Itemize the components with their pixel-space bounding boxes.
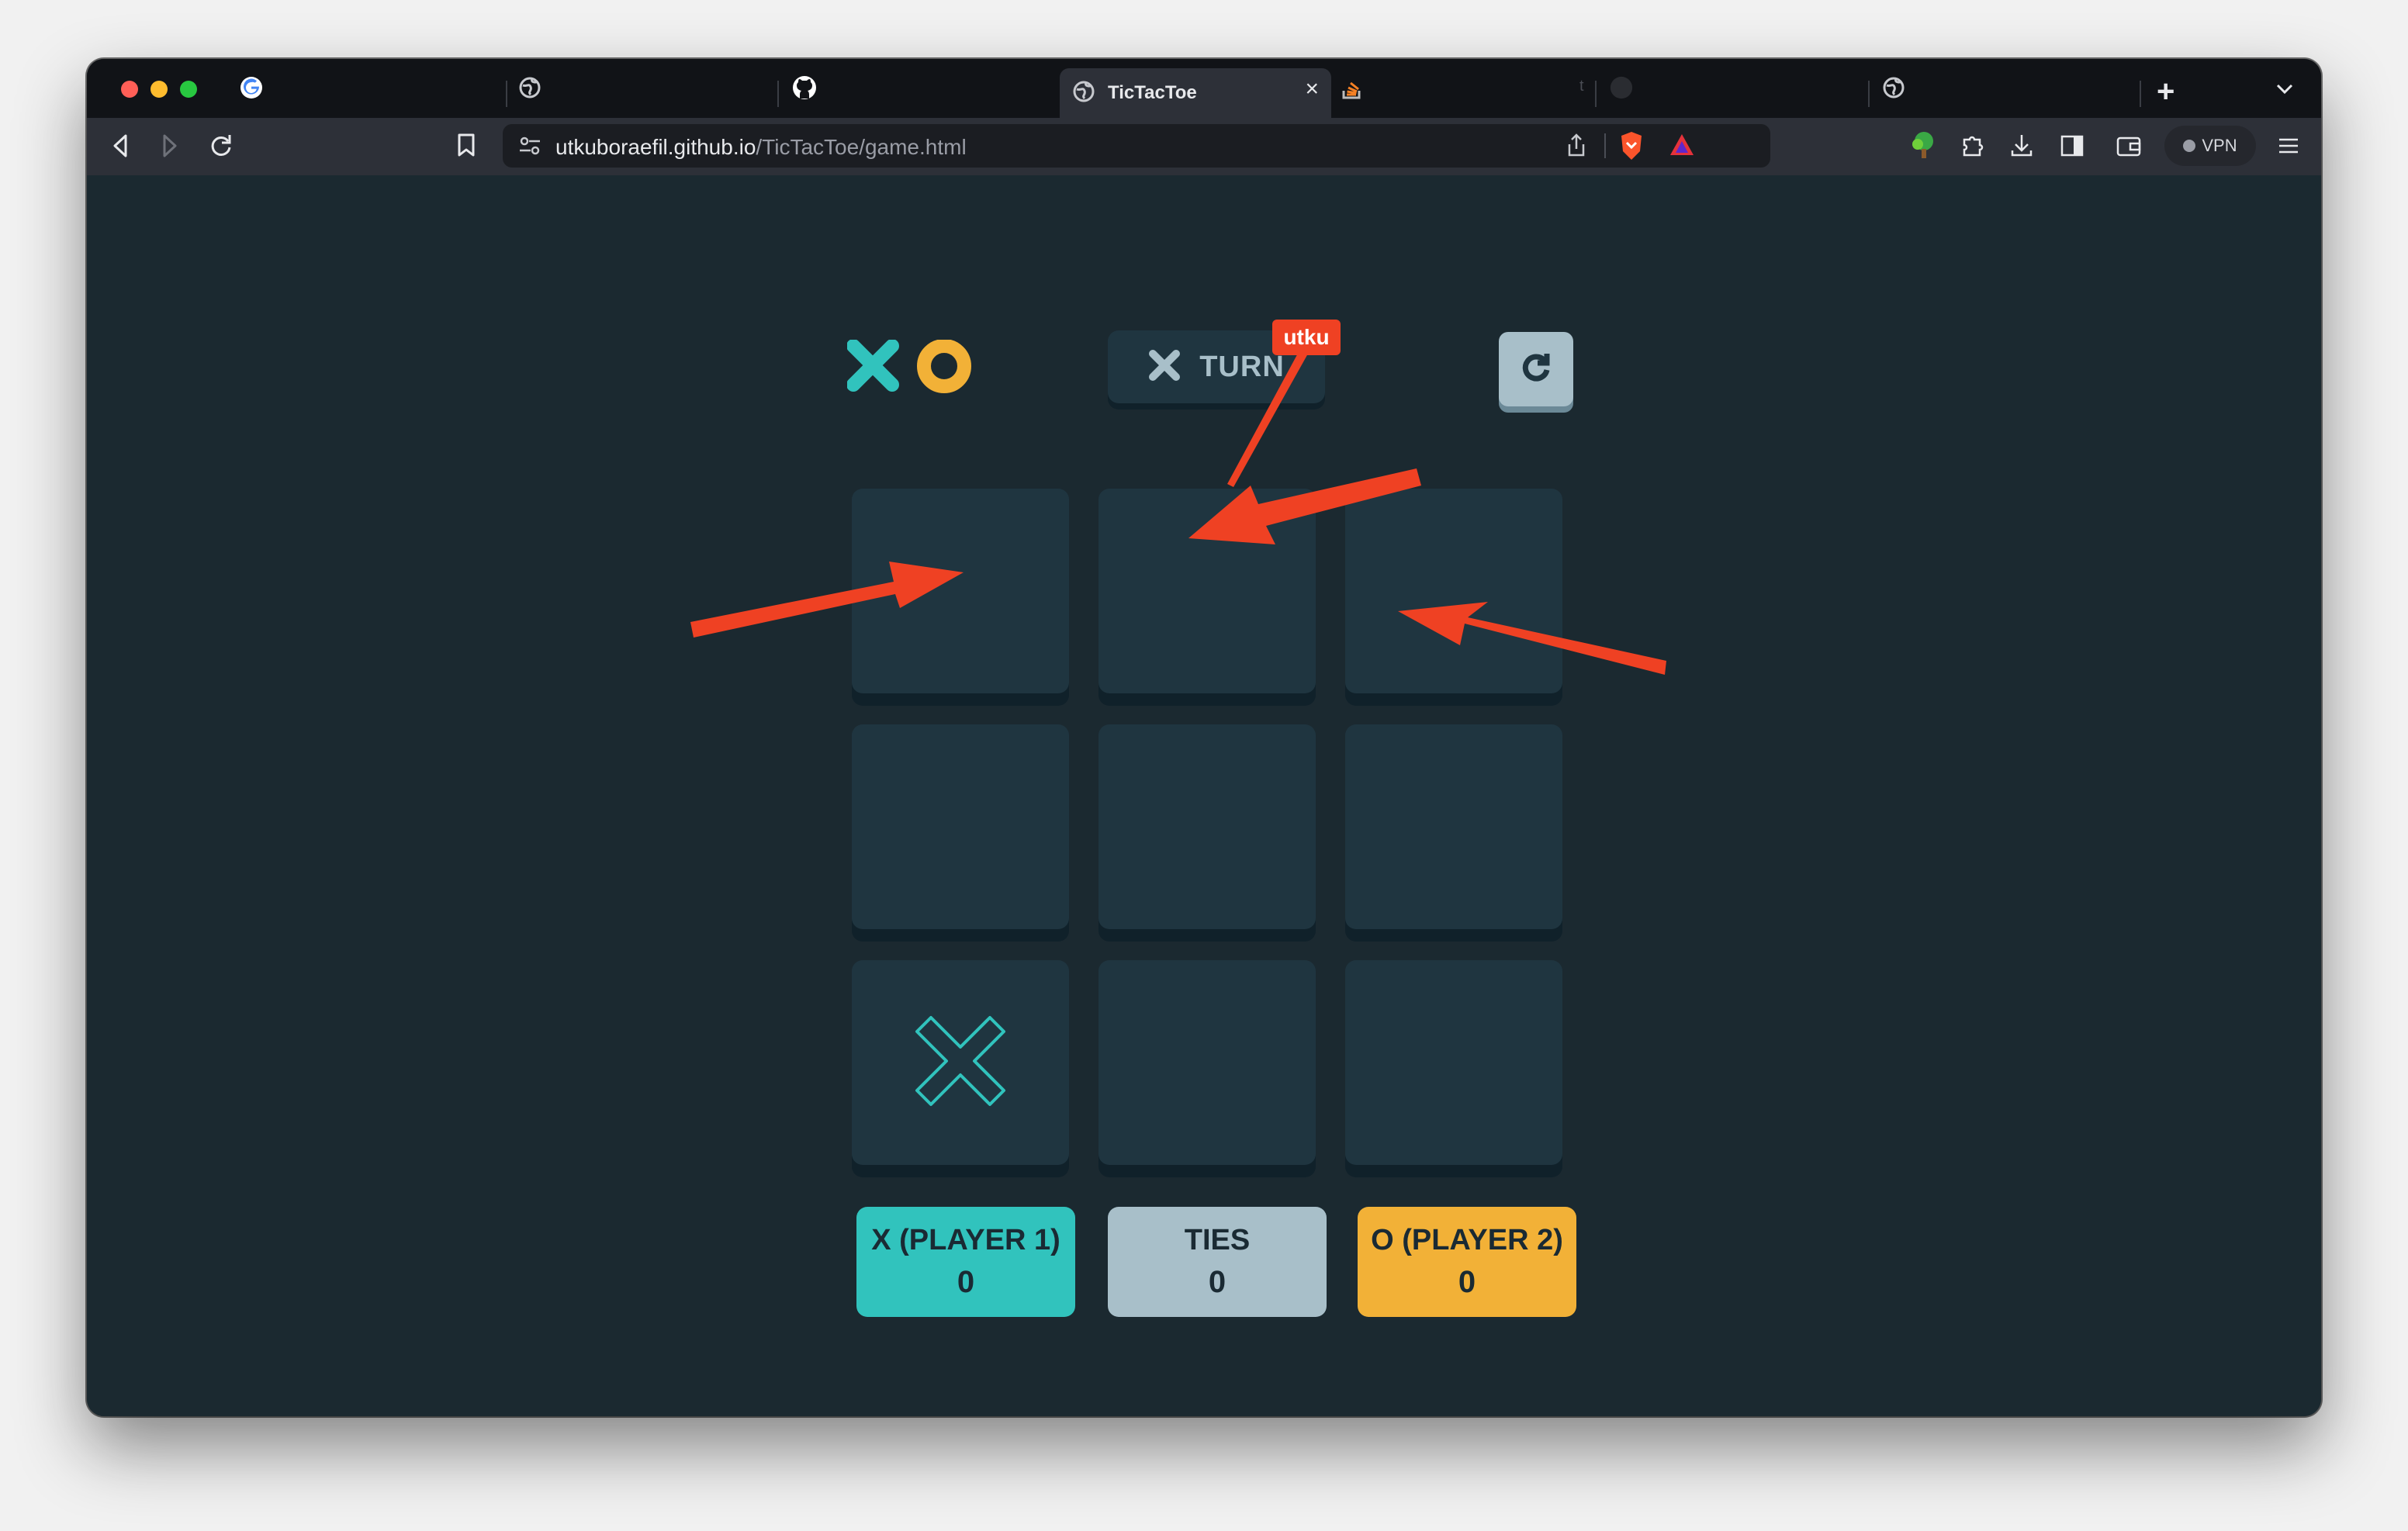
- download-icon[interactable]: [2009, 132, 2034, 164]
- browser-toolbar: utkuboraefil.github.io/TicTacToe/game.ht…: [87, 118, 2321, 175]
- tab-globe-1[interactable]: [518, 70, 541, 109]
- vpn-button[interactable]: VPN: [2164, 126, 2256, 166]
- github-icon: [1609, 75, 1634, 104]
- tab-github-2[interactable]: [1609, 70, 1634, 109]
- tab-title: TicTacToe: [1108, 82, 1197, 103]
- google-icon: [239, 75, 264, 104]
- tab-faint-text: t: [1579, 78, 1584, 95]
- tab-github-1[interactable]: [791, 70, 818, 109]
- url-text[interactable]: utkuboraefil.github.io/TicTacToe/game.ht…: [555, 135, 967, 160]
- globe-icon: [518, 76, 541, 103]
- globe-icon: [1072, 80, 1095, 107]
- share-icon[interactable]: [1566, 132, 1587, 162]
- new-tab-icon[interactable]: +: [2157, 76, 2174, 107]
- url-path: /TicTacToe/game.html: [756, 135, 967, 159]
- tab-tictactoe[interactable]: TicTacToe ×: [1060, 68, 1331, 118]
- annotation-arrow-2: [1188, 468, 1421, 544]
- reload-icon[interactable]: [208, 132, 234, 164]
- globe-icon: [1882, 76, 1905, 103]
- brave-rewards-icon[interactable]: [1668, 132, 1696, 162]
- vpn-status-icon: [2183, 140, 2196, 152]
- tab-globe-2[interactable]: [1882, 70, 1905, 109]
- minimize-window-button[interactable]: [150, 81, 168, 98]
- chevron-down-icon[interactable]: [2275, 81, 2295, 100]
- wallet-icon[interactable]: [2115, 132, 2143, 164]
- close-window-button[interactable]: [121, 81, 138, 98]
- annotation-arrows: [690, 349, 1666, 675]
- address-bar[interactable]: utkuboraefil.github.io/TicTacToe/game.ht…: [503, 124, 1770, 168]
- annotation-arrow-4: [1227, 349, 1308, 487]
- url-domain: utkuboraefil.github.io: [555, 135, 756, 159]
- annotation-label: utku: [1272, 320, 1341, 355]
- browser-window: TicTacToe × t + utkuboraefil.github.io/T…: [87, 59, 2321, 1416]
- zoom-window-button[interactable]: [180, 81, 197, 98]
- sidebar-icon[interactable]: [2059, 132, 2085, 164]
- vpn-label: VPN: [2202, 136, 2237, 155]
- forward-icon[interactable]: [158, 132, 182, 164]
- annotation-arrow-3: [1398, 602, 1666, 675]
- tab-google[interactable]: [239, 70, 264, 109]
- brave-shield-icon[interactable]: [1618, 130, 1645, 165]
- back-icon[interactable]: [109, 132, 132, 164]
- tree-extension-icon[interactable]: [1910, 130, 1938, 165]
- game-page: TURN X (PLAYER 1) 0 TIES 0 O (PLAYER 2) …: [87, 175, 2321, 1416]
- annotation-arrow-1: [690, 562, 964, 638]
- tab-stackoverflow[interactable]: [1341, 70, 1364, 109]
- extensions-puzzle-icon[interactable]: [1960, 132, 1986, 164]
- close-tab-icon[interactable]: ×: [1305, 78, 1319, 101]
- bookmark-icon[interactable]: [456, 132, 476, 164]
- tab-strip: TicTacToe × t +: [87, 59, 2321, 118]
- stackoverflow-icon: [1341, 75, 1364, 104]
- site-settings-icon[interactable]: [518, 135, 541, 161]
- menu-icon[interactable]: [2276, 132, 2301, 164]
- github-icon: [791, 74, 818, 105]
